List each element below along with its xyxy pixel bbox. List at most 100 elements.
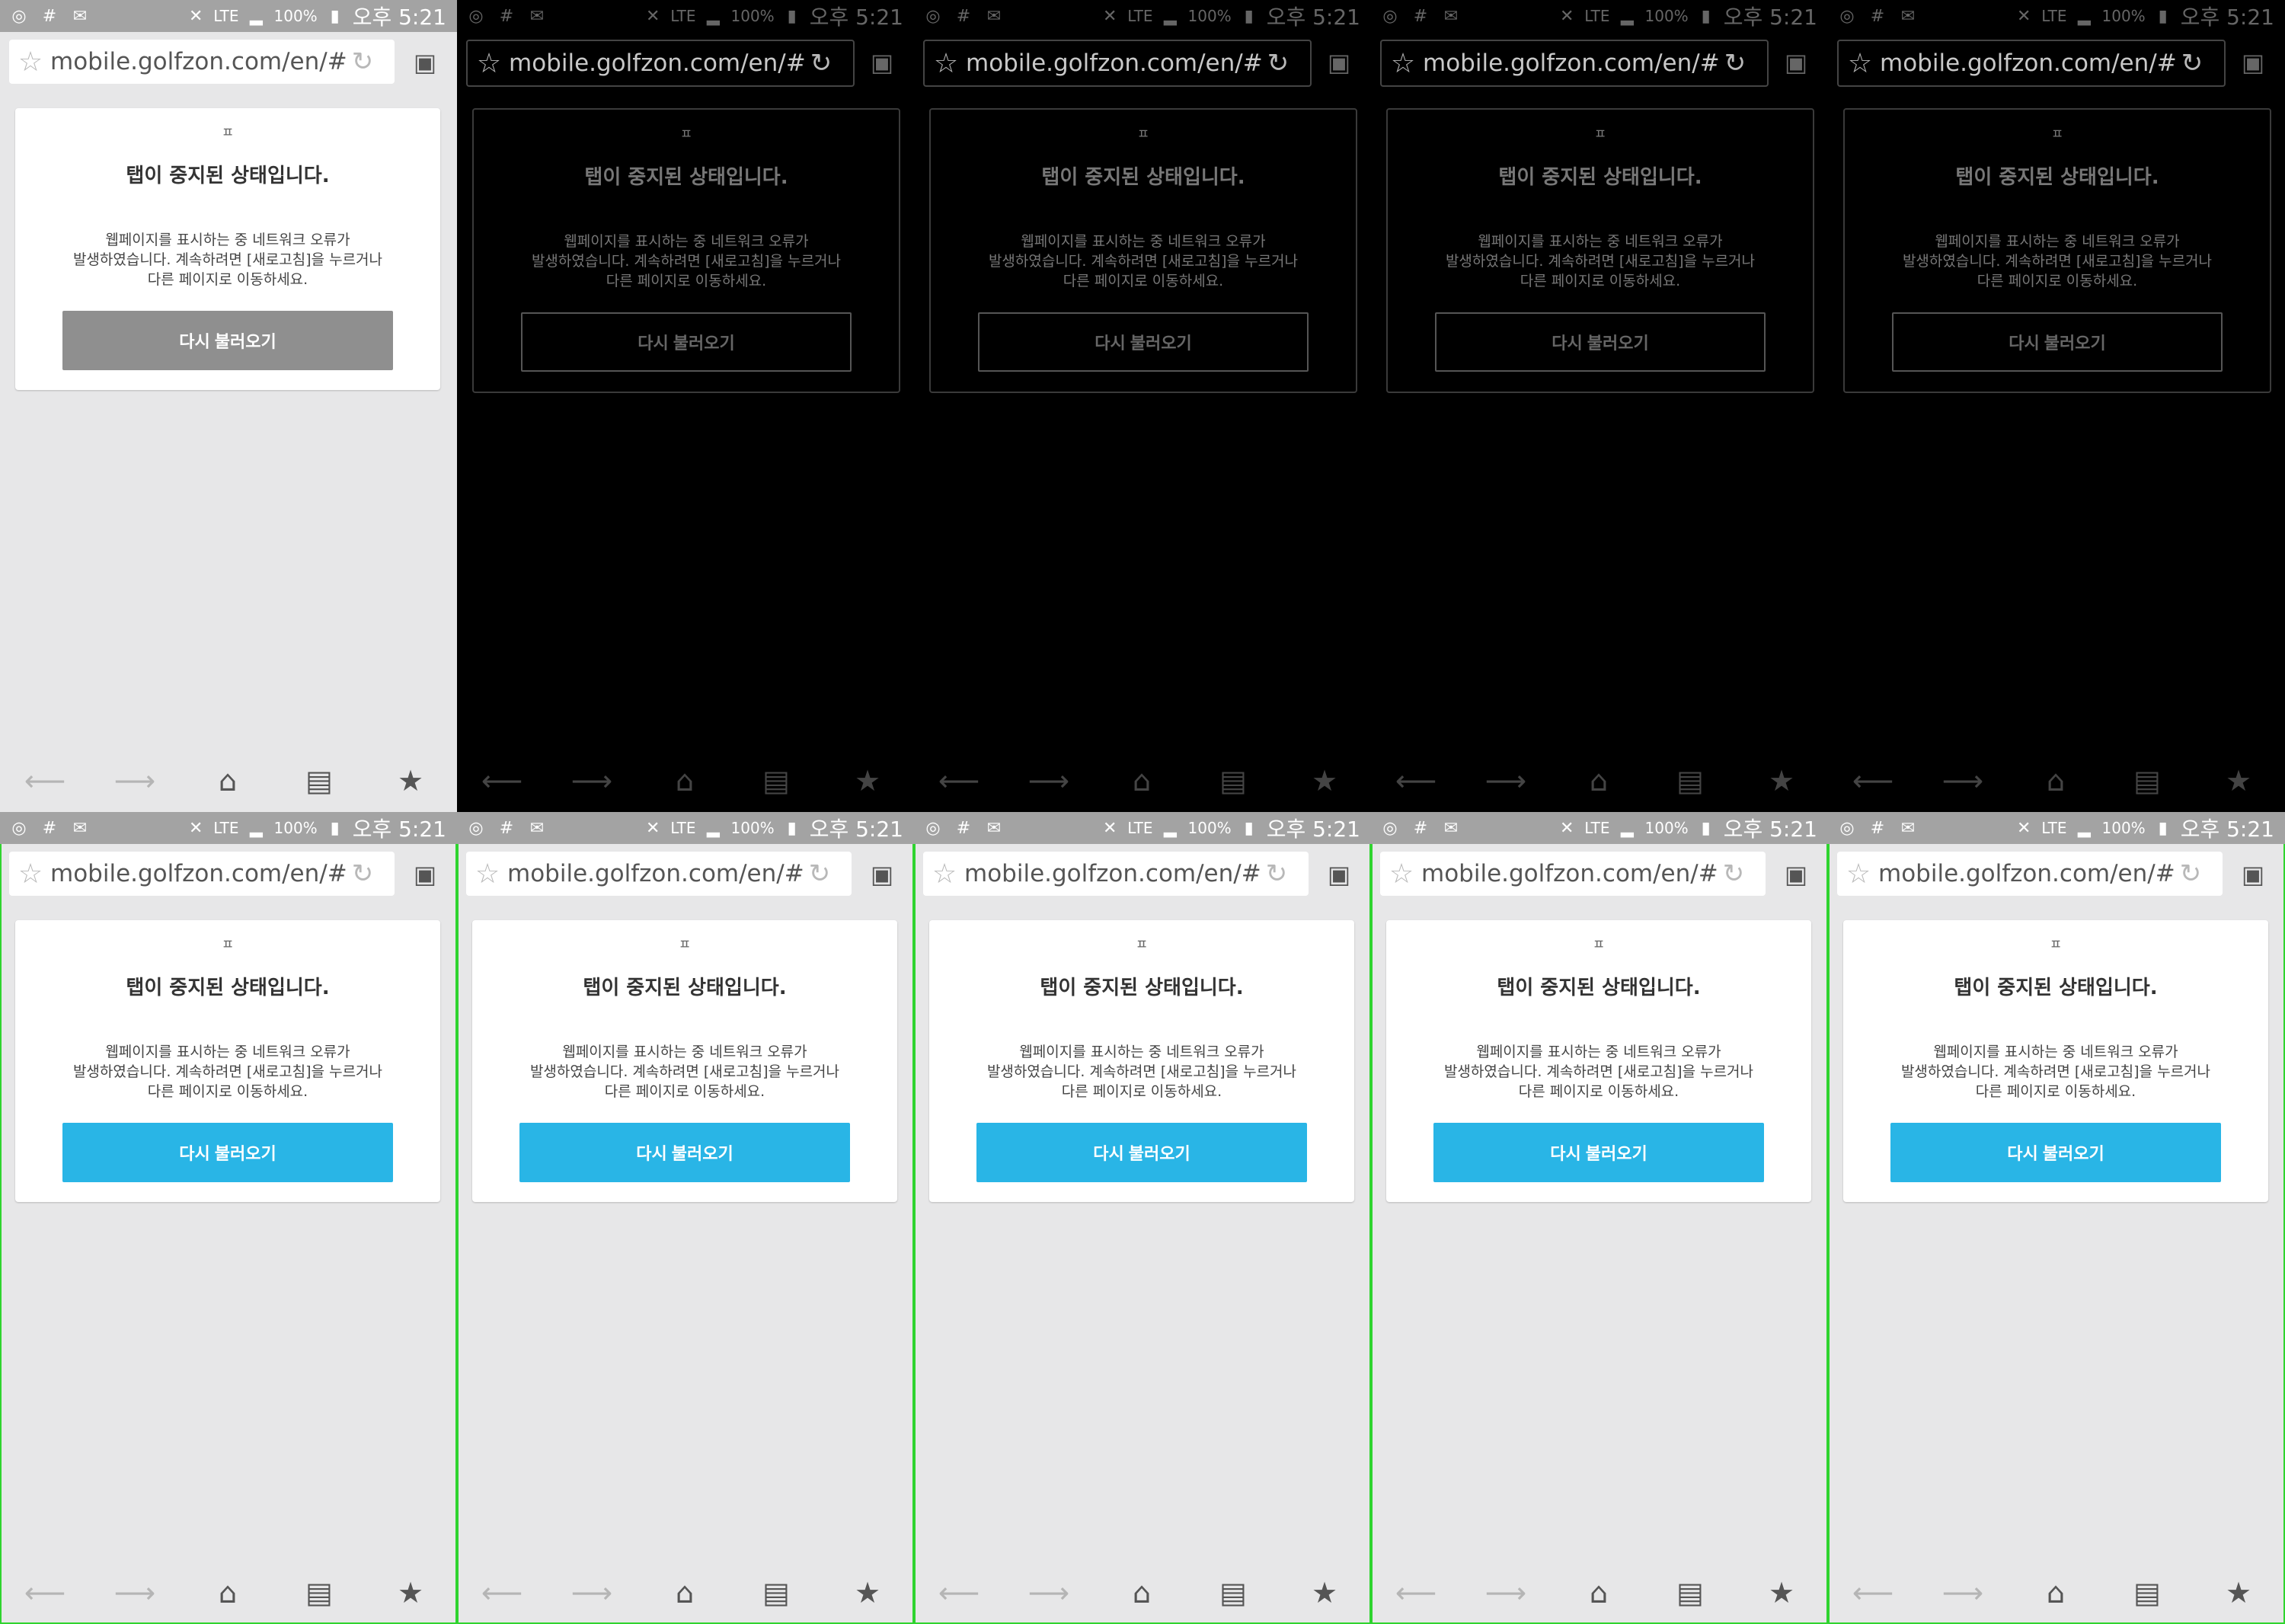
bookmarks-list-icon[interactable]: ▤ (1673, 763, 1708, 798)
reload-button[interactable]: 다시 불러오기 (1890, 1123, 2221, 1182)
forward-icon[interactable]: ⟶ (114, 1575, 155, 1610)
back-icon[interactable]: ⟵ (1852, 763, 1894, 798)
home-icon[interactable]: ⌂ (2038, 1575, 2073, 1610)
reload-button[interactable]: 다시 불러오기 (1435, 312, 1766, 372)
forward-icon[interactable]: ⟶ (1028, 763, 1069, 798)
back-icon[interactable]: ⟵ (938, 763, 980, 798)
reload-icon[interactable]: ↻ (804, 858, 835, 889)
forward-icon[interactable]: ⟶ (571, 763, 612, 798)
address-bar[interactable]: ☆ mobile.golfzon.com/en/#!/h ↻ (923, 40, 1312, 87)
bookmarks-list-icon[interactable]: ▤ (302, 763, 337, 798)
bookmark-star-icon[interactable]: ★ (1764, 1575, 1799, 1610)
bookmark-star-icon[interactable]: ★ (1764, 763, 1799, 798)
bookmark-star-icon[interactable]: ★ (2221, 1575, 2256, 1610)
address-bar[interactable]: ☆ mobile.golfzon.com/en/#!/h ↻ (9, 40, 395, 84)
star-icon[interactable]: ☆ (471, 857, 504, 890)
home-icon[interactable]: ⌂ (1124, 1575, 1159, 1610)
reload-icon[interactable]: ↻ (1718, 858, 1749, 889)
forward-icon[interactable]: ⟶ (1485, 763, 1526, 798)
url-text[interactable]: mobile.golfzon.com/en/#!/h (1421, 860, 1718, 887)
forward-icon[interactable]: ⟶ (571, 1575, 612, 1610)
reload-button[interactable]: 다시 불러오기 (1892, 312, 2223, 372)
address-bar[interactable]: ☆ mobile.golfzon.com/en/#!/h ↻ (1380, 40, 1769, 87)
address-bar[interactable]: ☆ mobile.golfzon.com/en/#!/h ↻ (923, 852, 1309, 896)
bookmarks-list-icon[interactable]: ▤ (1216, 763, 1251, 798)
home-icon[interactable]: ⌂ (210, 763, 245, 798)
bookmarks-list-icon[interactable]: ▤ (2130, 1575, 2165, 1610)
url-text[interactable]: mobile.golfzon.com/en/#!/h (1423, 50, 1720, 77)
url-text[interactable]: mobile.golfzon.com/en/#!/h (50, 860, 347, 887)
url-text[interactable]: mobile.golfzon.com/en/#!/h (1880, 50, 2177, 77)
reload-icon[interactable]: ↻ (1720, 48, 1750, 78)
reload-icon[interactable]: ↻ (1261, 858, 1292, 889)
tabs-icon[interactable]: ▣ (1779, 46, 1813, 79)
reload-button[interactable]: 다시 불러오기 (521, 312, 852, 372)
reload-icon[interactable]: ↻ (2177, 48, 2207, 78)
tabs-icon[interactable]: ▣ (1779, 858, 1813, 891)
back-icon[interactable]: ⟵ (481, 1575, 523, 1610)
bookmarks-list-icon[interactable]: ▤ (759, 1575, 794, 1610)
bookmark-star-icon[interactable]: ★ (1307, 763, 1342, 798)
bookmark-star-icon[interactable]: ★ (393, 1575, 428, 1610)
tabs-icon[interactable]: ▣ (1322, 858, 1356, 891)
tabs-icon[interactable]: ▣ (2236, 46, 2270, 79)
tabs-icon[interactable]: ▣ (1322, 46, 1356, 79)
reload-button[interactable]: 다시 불러오기 (62, 311, 393, 370)
star-icon[interactable]: ☆ (929, 46, 963, 80)
bookmark-star-icon[interactable]: ★ (2221, 763, 2256, 798)
tabs-icon[interactable]: ▣ (2236, 858, 2270, 891)
home-icon[interactable]: ⌂ (210, 1575, 245, 1610)
home-icon[interactable]: ⌂ (1581, 763, 1616, 798)
bookmarks-list-icon[interactable]: ▤ (302, 1575, 337, 1610)
star-icon[interactable]: ☆ (14, 857, 47, 890)
home-icon[interactable]: ⌂ (2038, 763, 2073, 798)
star-icon[interactable]: ☆ (1842, 857, 1875, 890)
address-bar[interactable]: ☆ mobile.golfzon.com/en/#!/h ↻ (1380, 852, 1766, 896)
back-icon[interactable]: ⟵ (938, 1575, 980, 1610)
reload-icon[interactable]: ↻ (347, 46, 378, 77)
address-bar[interactable]: ☆ mobile.golfzon.com/en/#!/h ↻ (1837, 852, 2223, 896)
star-icon[interactable]: ☆ (1386, 46, 1420, 80)
address-bar[interactable]: ☆ mobile.golfzon.com/en/#!/h ↻ (466, 852, 852, 896)
home-icon[interactable]: ⌂ (667, 763, 702, 798)
forward-icon[interactable]: ⟶ (114, 763, 155, 798)
back-icon[interactable]: ⟵ (24, 1575, 66, 1610)
reload-button[interactable]: 다시 불러오기 (519, 1123, 850, 1182)
bookmark-star-icon[interactable]: ★ (850, 1575, 885, 1610)
tabs-icon[interactable]: ▣ (408, 46, 442, 79)
url-text[interactable]: mobile.golfzon.com/en/#!/h (507, 860, 804, 887)
bookmarks-list-icon[interactable]: ▤ (1216, 1575, 1251, 1610)
star-icon[interactable]: ☆ (14, 45, 47, 78)
tabs-icon[interactable]: ▣ (865, 858, 899, 891)
home-icon[interactable]: ⌂ (667, 1575, 702, 1610)
reload-icon[interactable]: ↻ (347, 858, 378, 889)
home-icon[interactable]: ⌂ (1581, 1575, 1616, 1610)
back-icon[interactable]: ⟵ (481, 763, 523, 798)
forward-icon[interactable]: ⟶ (1485, 1575, 1526, 1610)
bookmark-star-icon[interactable]: ★ (1307, 1575, 1342, 1610)
tabs-icon[interactable]: ▣ (865, 46, 899, 79)
star-icon[interactable]: ☆ (1843, 46, 1877, 80)
star-icon[interactable]: ☆ (928, 857, 961, 890)
forward-icon[interactable]: ⟶ (1942, 763, 1983, 798)
bookmarks-list-icon[interactable]: ▤ (759, 763, 794, 798)
forward-icon[interactable]: ⟶ (1028, 1575, 1069, 1610)
url-text[interactable]: mobile.golfzon.com/en/#!/h (966, 50, 1263, 77)
url-text[interactable]: mobile.golfzon.com/en/#!/h (509, 50, 806, 77)
address-bar[interactable]: ☆ mobile.golfzon.com/en/#!/h ↻ (9, 852, 395, 896)
reload-icon[interactable]: ↻ (2175, 858, 2206, 889)
reload-button[interactable]: 다시 불러오기 (1433, 1123, 1764, 1182)
address-bar[interactable]: ☆ mobile.golfzon.com/en/#!/h ↻ (1837, 40, 2226, 87)
back-icon[interactable]: ⟵ (1852, 1575, 1894, 1610)
star-icon[interactable]: ☆ (1385, 857, 1418, 890)
forward-icon[interactable]: ⟶ (1942, 1575, 1983, 1610)
tabs-icon[interactable]: ▣ (408, 858, 442, 891)
bookmark-star-icon[interactable]: ★ (393, 763, 428, 798)
reload-icon[interactable]: ↻ (1263, 48, 1293, 78)
star-icon[interactable]: ☆ (472, 46, 506, 80)
url-text[interactable]: mobile.golfzon.com/en/#!/h (1878, 860, 2175, 887)
back-icon[interactable]: ⟵ (1395, 763, 1437, 798)
reload-button[interactable]: 다시 불러오기 (978, 312, 1309, 372)
home-icon[interactable]: ⌂ (1124, 763, 1159, 798)
bookmarks-list-icon[interactable]: ▤ (2130, 763, 2165, 798)
